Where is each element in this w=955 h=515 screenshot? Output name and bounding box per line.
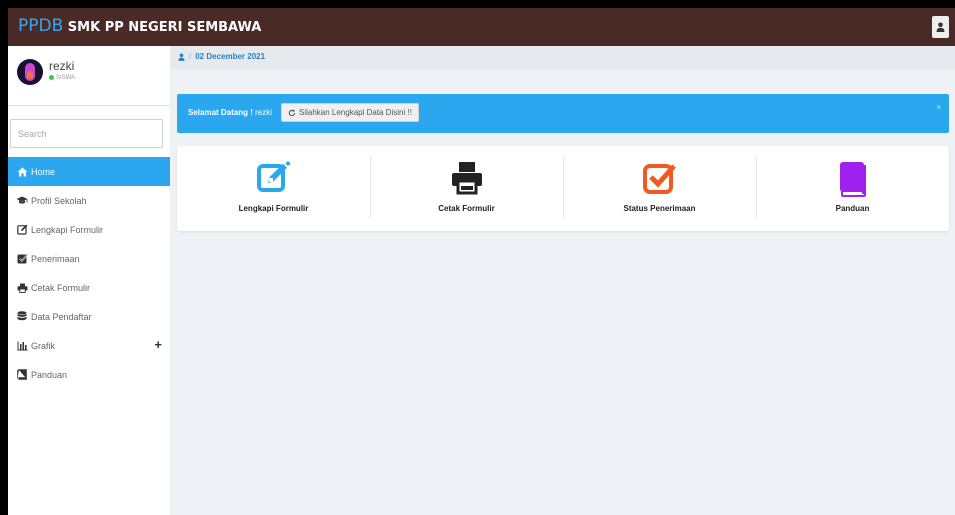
sidebar-item-data-pendaftar[interactable]: Data Pendaftar	[8, 302, 170, 331]
complete-data-label: Silahkan Lengkapi Data Disini !!	[299, 108, 412, 117]
sidebar-item-profil-sekolah[interactable]: Profil Sekolah	[8, 186, 170, 215]
edit-icon	[16, 224, 28, 236]
sidebar: rezki SISWA Home Profil Sekolah Lengkapi…	[8, 46, 170, 515]
book-icon	[16, 369, 28, 381]
sidebar-item-label: Lengkapi Formulir	[31, 224, 104, 235]
welcome-text: Selamat Datang ! rezki	[188, 108, 272, 117]
welcome-greeting: Selamat Datang !	[188, 108, 253, 117]
check-square-icon	[16, 253, 28, 265]
avatar	[17, 59, 43, 85]
breadcrumb-trail: / 02 December 2021	[178, 52, 265, 61]
card-label: Lengkapi Formulir	[238, 204, 309, 213]
database-icon	[16, 311, 28, 323]
print-icon	[16, 282, 28, 294]
sidebar-item-penerimaan[interactable]: Penerimaan	[8, 244, 170, 273]
user-icon	[936, 22, 945, 32]
search-input[interactable]	[10, 119, 163, 148]
sidebar-item-label: Home	[31, 166, 56, 177]
check-square-icon	[642, 161, 677, 200]
welcome-user: rezki	[255, 108, 273, 117]
expand-plus-icon[interactable]: +	[154, 338, 162, 351]
app-window: PPDB SMK PP NEGERI SEMBAWA rezki SISWA H…	[8, 8, 955, 515]
sidebar-item-label: Cetak Formulir	[31, 282, 91, 293]
sidebar-item-label: Penerimaan	[31, 253, 80, 264]
sidebar-item-label: Panduan	[31, 369, 68, 380]
brand-secondary: SMK PP NEGERI SEMBAWA	[67, 20, 262, 35]
welcome-alert: Selamat Datang ! rezki Silahkan Lengkapi…	[177, 94, 949, 133]
sidebar-item-cetak-formulir[interactable]: Cetak Formulir	[8, 273, 170, 302]
edit-icon	[256, 161, 291, 200]
quick-action-panel: Lengkapi Formulir Cetak Formulir Status …	[177, 146, 949, 231]
card-label: Cetak Formulir	[438, 204, 495, 213]
card-panduan[interactable]: Panduan	[756, 146, 949, 231]
breadcrumb-separator: /	[189, 52, 192, 61]
profile-role: SISWA	[56, 75, 76, 82]
brand-logo[interactable]: PPDB SMK PP NEGERI SEMBAWA	[18, 16, 261, 36]
card-status-penerimaan[interactable]: Status Penerimaan	[563, 146, 756, 231]
sidebar-item-panduan[interactable]: Panduan	[8, 360, 170, 389]
home-icon	[16, 166, 28, 178]
sidebar-item-home[interactable]: Home	[8, 157, 170, 186]
sidebar-item-label: Data Pendaftar	[31, 311, 92, 322]
profile-name: rezki	[49, 59, 75, 73]
main-content: / 02 December 2021 Selamat Datang ! rezk…	[170, 46, 955, 515]
sidebar-divider	[8, 105, 170, 106]
book-icon	[838, 161, 868, 202]
breadcrumb: / 02 December 2021	[170, 46, 955, 69]
complete-data-button[interactable]: Silahkan Lengkapi Data Disini !!	[281, 103, 419, 122]
breadcrumb-date: 02 December 2021	[195, 52, 266, 61]
sidebar-item-label: Profil Sekolah	[31, 195, 87, 206]
user-profile-panel: rezki SISWA	[8, 46, 170, 98]
card-cetak-formulir[interactable]: Cetak Formulir	[370, 146, 563, 231]
card-lengkapi-formulir[interactable]: Lengkapi Formulir	[177, 146, 370, 231]
online-status-dot	[49, 75, 54, 80]
print-icon	[450, 161, 484, 200]
user-menu-button[interactable]	[932, 16, 949, 38]
graduation-cap-icon	[16, 195, 28, 207]
top-navbar: PPDB SMK PP NEGERI SEMBAWA	[8, 8, 955, 46]
sidebar-item-lengkapi-formulir[interactable]: Lengkapi Formulir	[8, 215, 170, 244]
sidebar-item-grafik[interactable]: Grafik +	[8, 331, 170, 360]
bar-chart-icon	[16, 340, 28, 352]
profile-status: SISWA	[49, 75, 75, 81]
card-label: Panduan	[835, 204, 870, 213]
brand-primary: PPDB	[18, 16, 64, 36]
card-label: Status Penerimaan	[623, 204, 696, 213]
sidebar-menu: Home Profil Sekolah Lengkapi Formulir Pe…	[8, 157, 170, 389]
refresh-icon	[288, 109, 296, 116]
user-icon	[178, 53, 185, 61]
close-icon[interactable]: ×	[936, 103, 941, 112]
sidebar-item-label: Grafik	[31, 340, 56, 351]
